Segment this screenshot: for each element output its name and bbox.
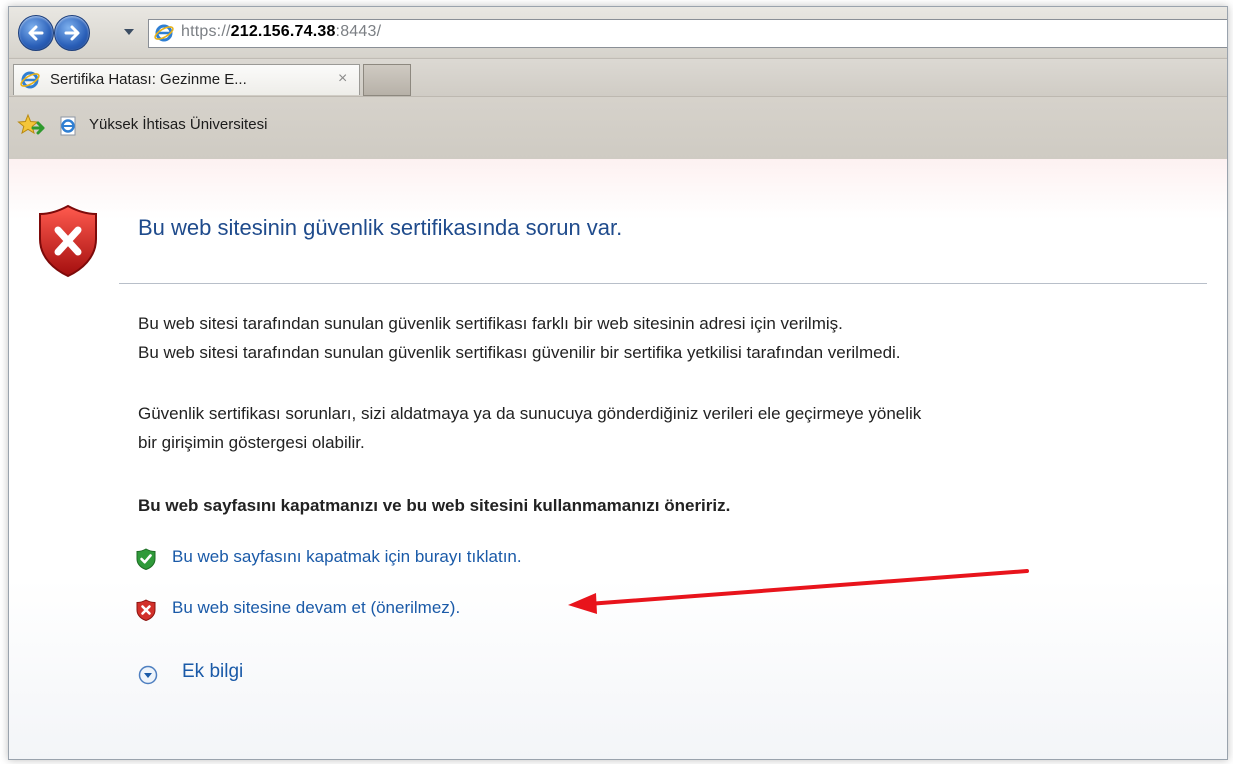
url-text[interactable]: https://212.156.74.38:8443/	[181, 23, 381, 41]
recommendation-text: Bu web sayfasını kapatmanızı ve bu web s…	[138, 496, 731, 515]
url-port: :8443/	[335, 23, 382, 40]
favorites-star-icon[interactable]	[17, 113, 45, 137]
close-page-link[interactable]: Bu web sayfasını kapatmak için burayı tı…	[172, 547, 522, 567]
more-information-label: Ek bilgi	[182, 661, 244, 682]
tab-strip: Sertifika Hatası: Gezinme E... ×	[9, 58, 1227, 96]
favorites-bar: Yüksek İhtisas Üniversitesi	[9, 96, 1227, 160]
page-content: Bu web sitesinin güvenlik sertifikasında…	[9, 159, 1227, 759]
address-toolbar: https://212.156.74.38:8443/	[9, 7, 1227, 57]
back-arrow-icon	[28, 25, 44, 41]
favorite-link-label: Yüksek İhtisas Üniversitesi	[89, 116, 268, 133]
tab-close-icon[interactable]: ×	[338, 70, 347, 88]
internet-explorer-icon	[20, 71, 40, 89]
new-tab-button[interactable]	[363, 64, 411, 96]
tab-title: Sertifika Hatası: Gezinme E...	[50, 71, 247, 88]
address-bar[interactable]: https://212.156.74.38:8443/	[148, 19, 1227, 48]
green-shield-check-icon	[136, 548, 156, 570]
issue-line: Bu web sitesi tarafından sunulan güvenli…	[138, 314, 843, 333]
page-title: Bu web sitesinin güvenlik sertifikasında…	[138, 215, 623, 240]
risk-explanation: Güvenlik sertifikası sorunları, sizi ald…	[138, 399, 921, 457]
forward-arrow-icon	[64, 25, 80, 41]
risk-line: bir girişimin göstergesi olabilir.	[138, 433, 365, 452]
risk-line: Güvenlik sertifikası sorunları, sizi ald…	[138, 404, 922, 423]
back-button[interactable]	[18, 15, 54, 51]
browser-window: https://212.156.74.38:8443/ Sertifika Ha…	[8, 6, 1228, 760]
red-shield-x-icon	[39, 204, 97, 278]
history-dropdown-icon[interactable]	[122, 25, 136, 39]
internet-explorer-page-icon	[60, 116, 76, 136]
internet-explorer-icon	[154, 24, 174, 42]
issue-line: Bu web sitesi tarafından sunulan güvenli…	[138, 343, 901, 362]
chevron-down-circle-icon	[138, 665, 158, 685]
certificate-issue-details: Bu web sitesi tarafından sunulan güvenli…	[138, 309, 901, 367]
url-scheme: https://	[181, 23, 231, 40]
tab-certificate-error[interactable]: Sertifika Hatası: Gezinme E... ×	[13, 64, 360, 95]
continue-to-website-link[interactable]: Bu web sitesine devam et (önerilmez).	[172, 598, 460, 618]
url-host: 212.156.74.38	[230, 23, 336, 40]
divider	[119, 283, 1207, 284]
forward-button[interactable]	[54, 15, 90, 51]
red-shield-x-small-icon	[136, 599, 156, 621]
